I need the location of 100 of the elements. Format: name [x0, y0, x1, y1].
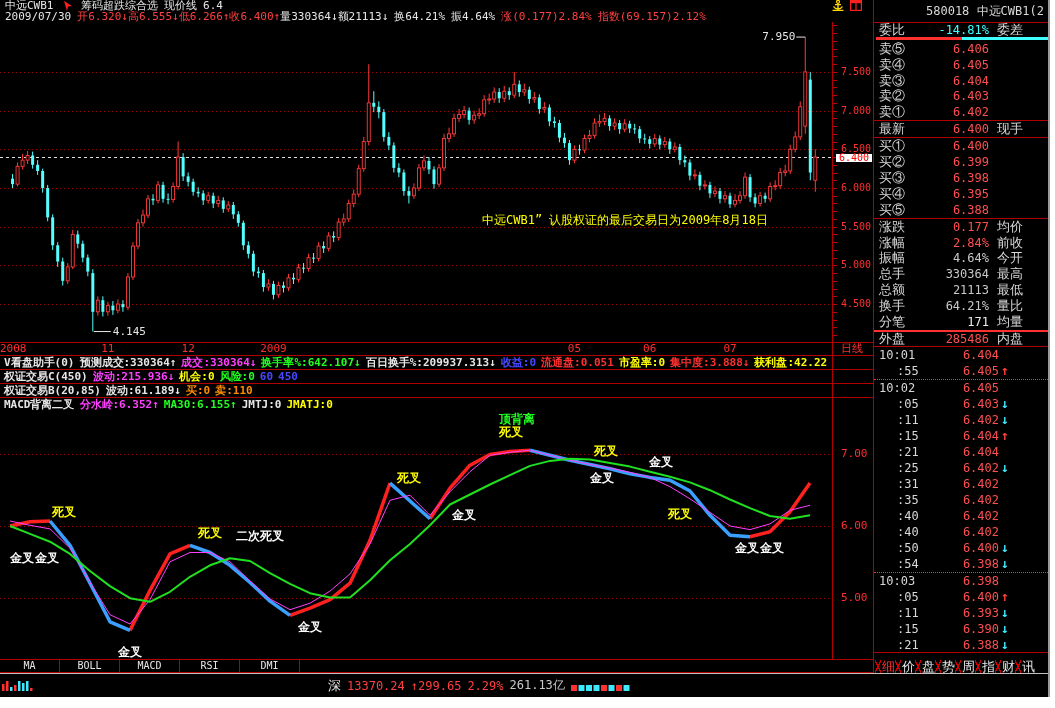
- tick-arrow: ↓: [1001, 460, 1010, 476]
- stat-label: 换手: [879, 299, 906, 314]
- indicator-value: 波动:61.189↓: [106, 384, 181, 397]
- quote-item: 高6.555↓: [128, 11, 179, 22]
- formula-name: 筹码超跌综合选: [80, 0, 158, 11]
- tick-time: :15: [896, 621, 920, 636]
- tick-arrow: ↓: [1001, 556, 1010, 572]
- field-value: 285486: [944, 331, 989, 346]
- quote-item: 低6.266↑: [178, 11, 230, 22]
- tick-price: 6.404: [961, 428, 999, 443]
- tick-price: 6.393: [961, 605, 999, 620]
- osc-title: MACD背离二叉: [4, 398, 75, 412]
- field-label: 委比: [879, 22, 906, 37]
- indicator-value: 换手率%:642.107↓: [261, 356, 361, 369]
- indicator-value: 450: [278, 370, 298, 383]
- price-axis-label: 7.000: [841, 106, 872, 115]
- signal-label: 顶背离: [499, 413, 535, 425]
- date-axis-label: 2008: [0, 343, 27, 355]
- tick-time: :11: [896, 605, 920, 620]
- tick-time: :11: [896, 412, 920, 427]
- stat-label: 振幅: [879, 251, 906, 266]
- stat-label: 今开: [997, 251, 1024, 266]
- stat-value: 171: [966, 314, 989, 329]
- indicator-value: 买:0: [185, 384, 211, 397]
- tick-time: :15: [896, 428, 920, 443]
- signal-label: 死叉: [594, 445, 618, 457]
- bid-price: 6.398: [951, 170, 989, 185]
- tick-price: 6.402: [961, 524, 999, 539]
- last-price: 6.400: [951, 122, 989, 137]
- index-value: 13370.24: [347, 678, 405, 693]
- signal-label: 金叉: [590, 472, 614, 484]
- tick-time: 10:01: [879, 347, 917, 362]
- tick-price: 6.402: [961, 412, 999, 427]
- quote-item: 振4.64%: [451, 11, 496, 22]
- indicator-title: 权证交易B(20,85): [4, 384, 101, 397]
- quote-date: 2009/07/30: [5, 11, 72, 22]
- indicator-value: 机会:0: [179, 370, 215, 383]
- stat-value: 4.64%: [951, 251, 989, 266]
- high-price-label: 7.950: [762, 31, 796, 44]
- signal-label: 二次死叉: [236, 530, 284, 542]
- stat-label: 涨跌: [879, 219, 906, 234]
- quote-item: 收6.400↑: [229, 11, 281, 22]
- indicator-value: 60: [259, 370, 274, 383]
- tick-time: :05: [896, 396, 920, 411]
- tick-time: 10:02: [879, 380, 917, 395]
- tick-price: 6.404: [961, 347, 999, 362]
- quote-item: 涨(0.177)2.84%: [501, 11, 592, 22]
- field-label: 最新: [879, 122, 906, 137]
- bid-label: 买⑤: [879, 202, 906, 217]
- signal-label: 金叉: [35, 552, 59, 564]
- date-axis-label: 12: [181, 343, 195, 355]
- indicator-value: 市盈率:0: [618, 356, 666, 369]
- price-axis-label: 6.000: [841, 184, 872, 192]
- stat-label: 均价: [997, 219, 1024, 234]
- field-value: -14.81%: [937, 22, 989, 37]
- ask-price: 6.406: [951, 41, 989, 56]
- signal-label: 金叉: [10, 552, 34, 564]
- stat-label: 分笔: [879, 314, 906, 329]
- stat-label: 量比: [997, 299, 1024, 314]
- signal-label: 金叉: [118, 646, 142, 658]
- indicator-title: V看盘助手(0): [4, 356, 75, 369]
- signal-label: 金叉: [735, 542, 759, 554]
- stat-label: 涨幅: [879, 235, 906, 250]
- ask-label: 卖④: [879, 57, 906, 72]
- ask-label: 卖⑤: [879, 41, 906, 56]
- low-price-label: 4.145: [112, 325, 146, 338]
- signal-label: 死叉: [397, 472, 421, 484]
- indicator-value: 收益:0: [500, 356, 537, 369]
- tick-time: :05: [896, 589, 920, 604]
- ask-price: 6.402: [951, 105, 989, 120]
- signal-label: 金叉: [452, 509, 476, 521]
- signal-label: 死叉: [499, 426, 523, 438]
- tick-arrow: ↓: [1001, 637, 1010, 653]
- tick-price: 6.388: [961, 637, 999, 652]
- indicator-value: 成交:330364↓: [181, 356, 257, 369]
- tick-time: :40: [896, 524, 920, 539]
- stat-label: 前收: [997, 235, 1024, 250]
- tick-arrow: ↓: [1001, 396, 1010, 412]
- bid-label: 买③: [879, 170, 906, 185]
- quote-title: 580018 中远CWB1(2: [874, 0, 1048, 23]
- tick-time: :54: [896, 556, 920, 571]
- quote-item: 开6.320↓: [77, 11, 128, 22]
- date-axis-label: 11: [101, 343, 115, 355]
- field-label: 委差: [997, 22, 1024, 37]
- ask-label: 卖②: [879, 89, 906, 104]
- ask-label: 卖③: [879, 73, 906, 88]
- tick-time: :25: [896, 460, 920, 475]
- tick-price: 6.402: [961, 476, 999, 491]
- ask-label: 卖①: [879, 105, 906, 120]
- quote-item: 指数(69.157)2.12%: [597, 11, 706, 22]
- tick-time: :31: [896, 476, 920, 491]
- tick-arrow: ↓: [1001, 540, 1010, 556]
- price-axis-label: 6.500: [841, 145, 872, 154]
- signal-label: 死叉: [52, 506, 76, 518]
- index-value: 2.29%: [467, 678, 504, 693]
- price-axis-label: 5.000: [841, 261, 872, 270]
- tick-arrow: ↑: [1001, 363, 1010, 379]
- bid-price: 6.400: [951, 139, 989, 154]
- quote-item: 额21113↓: [337, 11, 389, 22]
- indicator-value: 流通盘:0.051: [541, 356, 614, 369]
